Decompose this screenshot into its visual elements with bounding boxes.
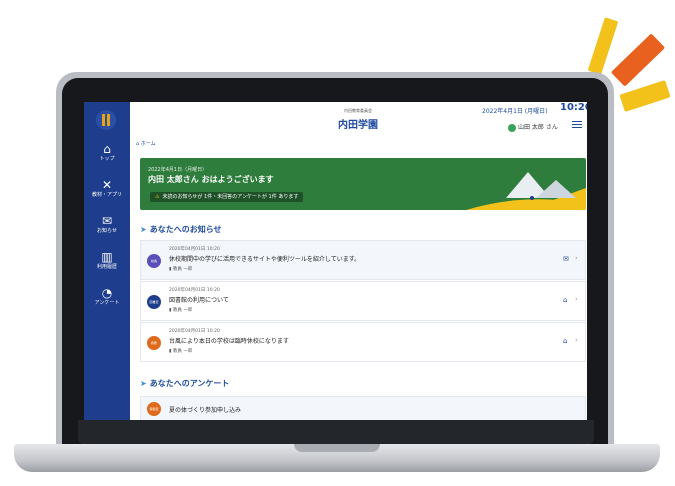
surveys-heading: ➤ あなたへのアンケート [140, 379, 230, 388]
opened-mail-icon: ⌂ [563, 296, 568, 304]
list-item[interactable]: 図書室 2020年04月01日 10:20 図書館の利用について ▮ 教員 一郎… [140, 281, 586, 321]
sidebar-item-label: お知らせ [97, 228, 117, 234]
chevron-right-icon: › [575, 295, 578, 303]
user-menu[interactable]: 山田 太郎 さん [508, 122, 558, 132]
paper-plane-icon: ➤ [140, 225, 147, 234]
notice-author: ▮ 教員 一郎 [169, 308, 193, 313]
banner-date: 2022年4月1日（月曜日） [148, 167, 208, 173]
notice-author: ▮ 教員 一郎 [169, 267, 193, 272]
mail-icon: ✉ [101, 214, 113, 228]
mountain-illustration [466, 172, 586, 210]
sidebar-item-survey[interactable]: ◔ アンケート [84, 286, 130, 307]
avatar: 図書室 [147, 295, 161, 309]
avatar: 教務 [147, 336, 161, 350]
survey-title: 夏の体づくり参加申し込み [169, 407, 242, 414]
notice-date: 2020年04月01日 10:20 [169, 247, 220, 252]
breadcrumb-home: ホーム [140, 141, 156, 147]
header-time: 10:20 [560, 102, 587, 113]
laptop-hinge [78, 420, 594, 444]
tools-icon: ✕ [101, 178, 113, 192]
greeting-text: 内田 太郎さん おはようございます [148, 175, 274, 184]
notice-title: 台風により本日の学校は臨時休校になります [169, 338, 289, 345]
notices-heading: ➤ あなたへのお知らせ [140, 225, 222, 234]
greeting-banner: 2022年4月1日（月曜日） 内田 太郎さん おはようございます ⚠ 未読のお知ら… [140, 158, 586, 210]
list-item[interactable]: 校長 2020年04月01日 10:20 休校期間中の学びに活用できるサイトや便… [140, 240, 586, 280]
sidebar-item-label: アンケート [94, 300, 120, 306]
paper-plane-icon: ➤ [140, 379, 147, 388]
decorative-burst-orange [610, 33, 666, 87]
sidebar-item-materials[interactable]: ✕ 教材・アプリ [84, 178, 130, 199]
decorative-burst-yellow [587, 17, 619, 75]
sidebar-item-label: 利用履歴 [96, 264, 117, 270]
unread-notice-text: 未読のお知らせが 1件・未回答のアンケートが 1件 あります [162, 194, 299, 200]
chevron-right-icon: › [575, 254, 578, 262]
app-logo[interactable] [96, 110, 116, 130]
sidebar: ⌂ トップ ✕ 教材・アプリ ✉ お知らせ ▥ 利用履歴 ◔ アンケート [84, 102, 130, 420]
notice-title: 休校期間中の学びに活用できるサイトや便利ツールを紹介しています。 [169, 256, 361, 263]
warning-icon: ⚠ [155, 194, 160, 200]
decorative-burst-yellow-2 [619, 80, 671, 112]
user-name: 山田 太郎 さん [518, 124, 558, 131]
sidebar-item-history[interactable]: ▥ 利用履歴 [84, 250, 130, 271]
organization-name: 内田教育委員会 [344, 108, 372, 113]
pie-chart-icon: ◔ [101, 286, 113, 300]
unread-notice[interactable]: ⚠ 未読のお知らせが 1件・未回答のアンケートが 1件 あります [150, 192, 304, 202]
sidebar-item-label: 教材・アプリ [91, 192, 122, 198]
home-icon: ⌂ [136, 141, 140, 147]
app-screen: ⌂ トップ ✕ 教材・アプリ ✉ お知らせ ▥ 利用履歴 ◔ アンケート 内田教… [84, 102, 587, 420]
list-item[interactable]: 教務 2020年04月01日 10:20 台風により本日の学校は臨時休校になりま… [140, 322, 586, 362]
sidebar-item-label: トップ [99, 156, 115, 162]
page-title: 内田学園 [338, 120, 378, 131]
breadcrumb[interactable]: ⌂ ホーム [136, 140, 156, 147]
sidebar-item-notices[interactable]: ✉ お知らせ [84, 214, 130, 235]
notice-date: 2020年04月01日 10:20 [169, 329, 220, 334]
header-date: 2022年4月1日 (月曜日) [482, 108, 548, 115]
notice-author: ▮ 教員 一郎 [169, 349, 193, 354]
opened-mail-icon: ⌂ [563, 337, 568, 345]
avatar [508, 123, 516, 132]
notice-date: 2020年04月01日 10:20 [169, 288, 220, 293]
hamburger-menu-icon[interactable] [572, 121, 582, 129]
bar-chart-icon: ▥ [101, 250, 113, 264]
laptop-notch [294, 444, 380, 452]
notice-title: 図書館の利用について [169, 297, 229, 304]
list-item[interactable]: 保健室 夏の体づくり参加申し込み [140, 396, 586, 420]
mail-icon: ✉ [563, 255, 569, 263]
home-icon: ⌂ [103, 142, 111, 156]
sidebar-item-top[interactable]: ⌂ トップ [84, 142, 130, 163]
avatar: 保健室 [147, 402, 161, 416]
chevron-right-icon: › [575, 336, 578, 344]
avatar: 校長 [147, 254, 161, 268]
